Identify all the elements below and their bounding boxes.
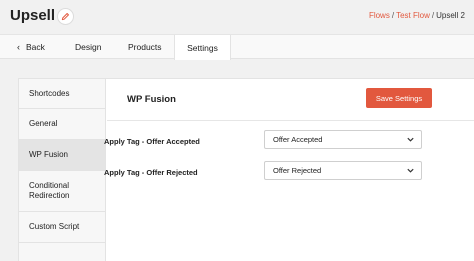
back-button[interactable]: ‹ Back: [17, 35, 45, 59]
offer-rejected-select[interactable]: Offer Rejected: [264, 161, 422, 180]
page-header: Upsell 2 Flows / Test Flow / Upsell 2: [0, 0, 474, 34]
pencil-icon: [61, 13, 69, 21]
breadcrumb-flow[interactable]: Test Flow: [396, 11, 430, 20]
edit-title-button[interactable]: [57, 8, 74, 25]
chevron-down-icon: [407, 137, 414, 142]
tab-design[interactable]: Design: [75, 35, 101, 59]
sidebar-item-wp-fusion[interactable]: WP Fusion: [19, 140, 105, 171]
offer-accepted-value: Offer Accepted: [273, 135, 323, 144]
breadcrumb-separator: /: [431, 11, 435, 20]
back-label: Back: [26, 42, 45, 52]
content-header: WP Fusion Save Settings: [107, 79, 474, 121]
sidebar-item-conditional-redirection[interactable]: Conditional Redirection: [19, 171, 105, 212]
tab-settings[interactable]: Settings: [174, 35, 231, 60]
breadcrumb-flows[interactable]: Flows: [369, 11, 390, 20]
sidebar-item-general[interactable]: General: [19, 109, 105, 140]
breadcrumb: Flows / Test Flow / Upsell 2: [369, 11, 465, 20]
sidebar-item-custom-script[interactable]: Custom Script: [19, 212, 105, 243]
sidebar-item-shortcodes[interactable]: Shortcodes: [19, 79, 105, 109]
tabs-bar: ‹ Back Design Products Settings: [0, 34, 474, 60]
tab-products[interactable]: Products: [128, 35, 162, 59]
breadcrumb-separator: /: [391, 11, 395, 20]
breadcrumb-current: Upsell 2: [436, 11, 465, 20]
offer-rejected-value: Offer Rejected: [273, 166, 322, 175]
settings-sidebar: Shortcodes General WP Fusion Conditional…: [19, 79, 106, 261]
chevron-left-icon: ‹: [17, 42, 20, 52]
save-settings-button[interactable]: Save Settings: [366, 88, 432, 108]
field-label-offer-accepted: Apply Tag - Offer Accepted: [104, 137, 200, 146]
offer-accepted-select[interactable]: Offer Accepted: [264, 130, 422, 149]
chevron-down-icon: [407, 168, 414, 173]
section-title: WP Fusion: [127, 94, 176, 105]
field-label-offer-rejected: Apply Tag - Offer Rejected: [104, 168, 198, 177]
